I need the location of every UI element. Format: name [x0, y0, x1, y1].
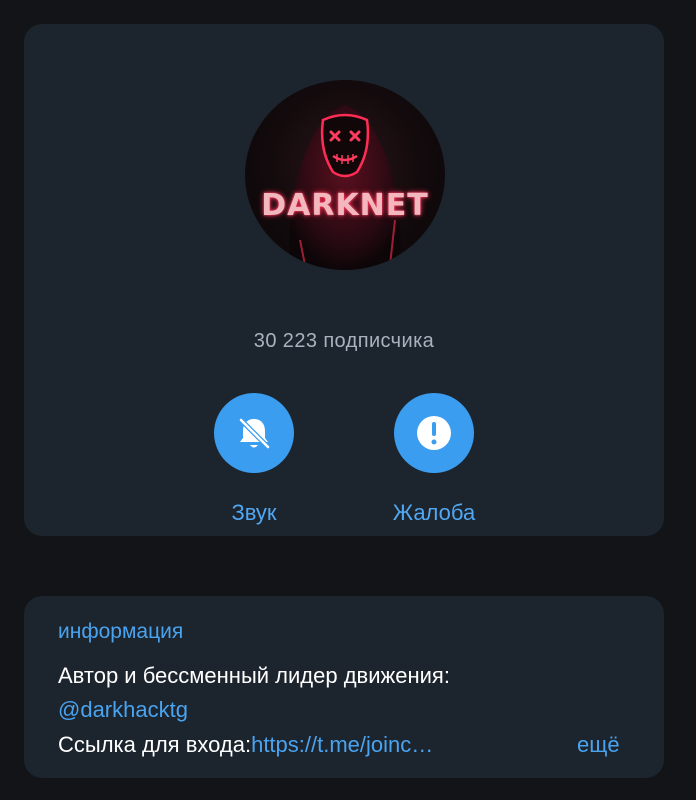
- report-button[interactable]: Жалоба: [374, 393, 494, 526]
- join-link[interactable]: https://t.me/joinc…: [251, 732, 433, 757]
- info-description: Автор и бессменный лидер движения:: [58, 663, 450, 688]
- bell-muted-icon: [238, 417, 271, 450]
- sound-button[interactable]: Звук: [194, 393, 314, 526]
- report-button-circle[interactable]: [394, 393, 474, 473]
- exclamation-icon: [417, 416, 451, 450]
- avatar-wordmark: DARKNET: [261, 188, 429, 223]
- channel-info-card: информация Автор и бессменный лидер движ…: [24, 596, 664, 778]
- sound-button-label[interactable]: Звук: [194, 500, 314, 526]
- show-more-link[interactable]: ещё: [577, 732, 620, 758]
- channel-profile-card: DARKNET 30 223 подписчика Звук Жалоба: [24, 24, 664, 536]
- channel-avatar[interactable]: DARKNET: [245, 80, 445, 270]
- author-mention-link[interactable]: @darkhacktg: [58, 697, 188, 723]
- hooded-figure-image: [289, 105, 401, 270]
- join-link-line: Ссылка для входа:https://t.me/joinc…: [58, 732, 433, 758]
- info-section-label: информация: [58, 620, 184, 643]
- sound-button-circle[interactable]: [214, 393, 294, 473]
- report-button-label[interactable]: Жалоба: [374, 500, 494, 526]
- subscriber-count: 30 223 подписчика: [253, 330, 435, 352]
- join-link-prefix: Ссылка для входа:: [58, 732, 252, 757]
